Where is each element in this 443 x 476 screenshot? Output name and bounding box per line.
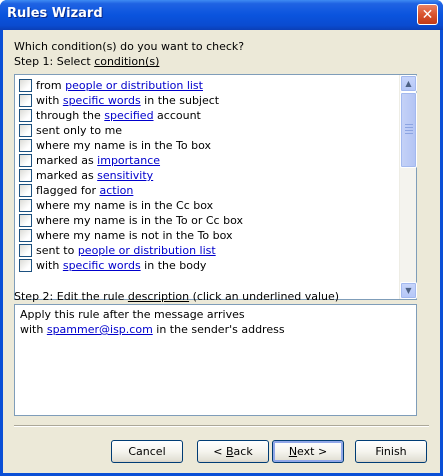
condition-label: with specific words in the subject [36,94,220,107]
close-button[interactable]: ✕ [417,4,438,25]
condition-label: where my name is in the Cc box [36,199,214,212]
condition-checkbox[interactable] [19,199,32,212]
condition-value-link[interactable]: sensitivity [97,169,153,182]
thumb-grip [405,127,413,128]
condition-checkbox[interactable] [19,259,32,272]
step1-label: Step 1: Select condition(s) [14,55,160,68]
condition-row[interactable]: marked as importance [19,153,160,168]
back-button-label: < Back [213,445,253,458]
cancel-button-label: Cancel [128,445,166,458]
condition-checkbox[interactable] [19,79,32,92]
condition-row[interactable]: marked as sensitivity [19,168,153,183]
condition-row[interactable]: through the specified account [19,108,201,123]
condition-value-link[interactable]: importance [97,154,160,167]
finish-button[interactable]: Finish [355,440,427,463]
next-button-label: Next > [288,445,328,458]
condition-checkbox[interactable] [19,109,32,122]
rules-wizard-window: Rules Wizard ✕ Which condition(s) do you… [0,0,443,476]
close-icon: ✕ [421,6,434,23]
condition-label: sent only to me [36,124,123,137]
condition-checkbox[interactable] [19,244,32,257]
description-line: Apply this rule after the message arrive… [20,308,245,321]
condition-label: marked as importance [36,154,161,167]
condition-label: from people or distribution list [36,79,203,92]
condition-checkbox[interactable] [19,94,32,107]
conditions-scrollbar[interactable]: ▲ ▼ [399,75,417,299]
condition-row[interactable]: sent to people or distribution list [19,243,216,258]
finish-button-label: Finish [375,445,407,458]
condition-row[interactable]: with specific words in the subject [19,93,219,108]
condition-row[interactable]: where my name is in the Cc box [19,198,213,213]
scroll-thumb[interactable] [400,92,417,168]
condition-checkbox[interactable] [19,139,32,152]
condition-value-link[interactable]: specific words [63,259,141,272]
condition-value-link[interactable]: action [100,184,134,197]
condition-checkbox[interactable] [19,124,32,137]
condition-value-link[interactable]: people or distribution list [65,79,203,92]
rule-description-box: Apply this rule after the message arrive… [14,304,417,416]
arrow-down-icon: ▼ [405,285,412,295]
conditions-prompt: Which condition(s) do you want to check? [14,40,245,53]
back-button[interactable]: < Back [197,440,269,463]
condition-row[interactable]: where my name is in the To or Cc box [19,213,243,228]
next-button[interactable]: Next > [272,440,344,463]
window-title: Rules Wizard [7,6,103,21]
dialog-body: Which condition(s) do you want to check?… [3,30,440,473]
sender-address-link[interactable]: spammer@isp.com [47,323,153,336]
condition-checkbox[interactable] [19,154,32,167]
description-line: with spammer@isp.com in the sender's add… [20,323,285,336]
condition-label: flagged for action [36,184,134,197]
condition-checkbox[interactable] [19,229,32,242]
condition-label: sent to people or distribution list [36,244,216,257]
condition-label: where my name is in the To or Cc box [36,214,243,227]
condition-row[interactable]: flagged for action [19,183,133,198]
title-bar[interactable]: Rules Wizard ✕ [0,0,443,30]
condition-label: with specific words in the body [36,259,207,272]
condition-row[interactable]: sent only to me [19,123,122,138]
condition-value-link[interactable]: people or distribution list [78,244,216,257]
condition-label: where my name is in the To box [36,139,212,152]
scroll-up-button[interactable]: ▲ [400,75,417,92]
condition-label: marked as sensitivity [36,169,154,182]
condition-value-link[interactable]: specific words [63,94,141,107]
condition-row[interactable]: where my name is not in the To box [19,228,233,243]
scroll-down-button[interactable]: ▼ [400,282,417,299]
condition-label: where my name is not in the To box [36,229,233,242]
condition-checkbox[interactable] [19,214,32,227]
thumb-grip [405,133,413,134]
condition-row[interactable]: with specific words in the body [19,258,206,273]
separator [14,426,429,427]
condition-checkbox[interactable] [19,184,32,197]
arrow-up-icon: ▲ [405,78,412,88]
step2-label: Step 2: Edit the rule description (click… [14,290,340,303]
thumb-grip [405,130,413,131]
conditions-list-items: from people or distribution list with spe… [15,75,399,299]
conditions-list[interactable]: from people or distribution list with spe… [14,74,417,300]
condition-row[interactable]: where my name is in the To box [19,138,211,153]
thumb-grip [405,124,413,125]
condition-label: through the specified account [36,109,201,122]
condition-row[interactable]: from people or distribution list [19,78,203,93]
cancel-button[interactable]: Cancel [111,440,183,463]
condition-value-link[interactable]: specified [104,109,153,122]
condition-checkbox[interactable] [19,169,32,182]
